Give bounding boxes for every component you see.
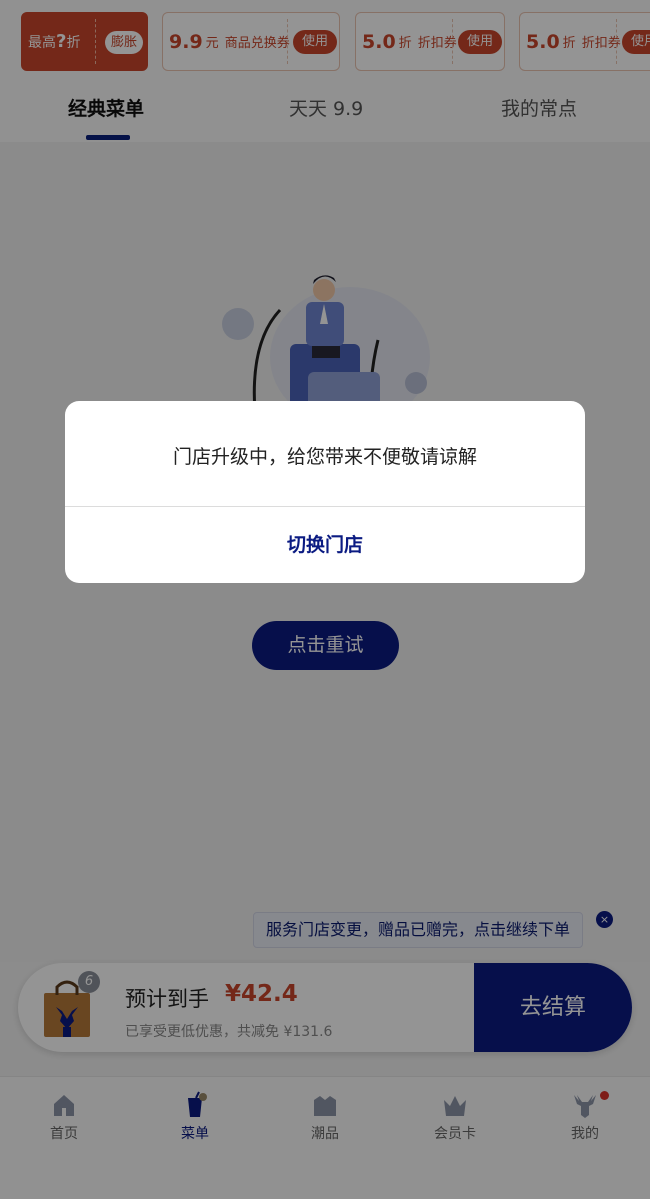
modal-backdrop[interactable]: [0, 0, 650, 1199]
switch-store-button[interactable]: 切换门店: [65, 507, 585, 583]
store-upgrade-dialog: 门店升级中，给您带来不便敬请谅解 切换门店: [65, 401, 585, 583]
dialog-message: 门店升级中，给您带来不便敬请谅解: [172, 446, 477, 468]
